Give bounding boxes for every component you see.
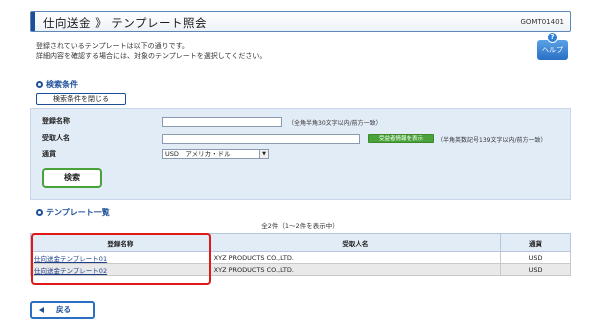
- template-name-link[interactable]: 仕向送金テンプレート01: [30, 251, 211, 264]
- question-icon: ?: [547, 32, 558, 43]
- intro-line-1: 登録されているテンプレートは以下の通りです。: [36, 42, 189, 50]
- template-table: 登録名称 受取人名 通貨 仕向送金テンプレート01 XYZ PRODUCTS C…: [30, 233, 571, 276]
- template-name-hint: （全角半角30文字以内/前方一致）: [288, 120, 382, 127]
- section-bullet-icon: [36, 81, 43, 88]
- section-bullet-icon: [36, 209, 43, 216]
- back-arrow-icon: [39, 307, 44, 313]
- search-button[interactable]: 検索: [42, 168, 102, 188]
- template-name-label: 登録名称: [42, 117, 70, 125]
- currency-label: 通貨: [42, 150, 56, 158]
- column-header-currency: 通貨: [500, 233, 571, 252]
- list-section-title: テンプレート一覧: [46, 208, 110, 217]
- back-button[interactable]: 戻る: [30, 301, 95, 319]
- column-header-template-name: 登録名称: [30, 233, 211, 252]
- template-name-input[interactable]: [162, 117, 282, 127]
- currency-cell: USD: [500, 251, 571, 264]
- recipient-name-label: 受取人名: [42, 134, 70, 142]
- close-search-conditions-button[interactable]: 検索条件を閉じる: [36, 93, 126, 105]
- chevron-down-icon: ▼: [259, 150, 268, 158]
- table-row: 仕向送金テンプレート01 XYZ PRODUCTS CO.,LTD. USD: [30, 251, 571, 264]
- currency-cell: USD: [500, 263, 571, 276]
- template-name-link[interactable]: 仕向送金テンプレート02: [30, 263, 211, 276]
- table-row: 仕向送金テンプレート02 XYZ PRODUCTS CO.,LTD. USD: [30, 263, 571, 276]
- currency-selected-value: USD アメリカ・ドル: [165, 150, 231, 158]
- column-header-recipient: 受取人名: [209, 233, 502, 252]
- help-label: ヘルプ: [542, 46, 563, 54]
- recipient-name-hint: （半角英数記号139文字以内/前方一致）: [437, 137, 547, 144]
- page-title-bar: 仕向送金 》 テンプレート照会 GOMT01401: [30, 11, 571, 32]
- show-beneficiary-button[interactable]: 受益者情報を表示: [368, 134, 434, 143]
- table-header-row: 登録名称 受取人名 通貨: [30, 233, 571, 252]
- page-title: 仕向送金 》 テンプレート照会: [43, 16, 207, 30]
- recipient-cell: XYZ PRODUCTS CO.,LTD.: [209, 263, 502, 276]
- list-section-heading: テンプレート一覧: [36, 207, 110, 218]
- screen-id: GOMT01401: [520, 18, 564, 26]
- help-button[interactable]: ? ヘルプ: [537, 32, 568, 60]
- title-accent: [31, 12, 35, 31]
- search-section-heading: 検索条件: [36, 79, 78, 90]
- currency-select[interactable]: USD アメリカ・ドル ▼: [162, 149, 269, 159]
- recipient-name-input[interactable]: [162, 134, 360, 144]
- intro-text: 登録されているテンプレートは以下の通りです。 詳細内容を確認する場合には、対象の…: [36, 41, 266, 61]
- result-count: 全2件（1～2件を表示中）: [261, 222, 339, 230]
- search-section-title: 検索条件: [46, 80, 78, 89]
- back-label: 戻る: [56, 305, 71, 314]
- intro-line-2: 詳細内容を確認する場合には、対象のテンプレートを選択してください。: [36, 52, 267, 60]
- recipient-cell: XYZ PRODUCTS CO.,LTD.: [209, 251, 502, 264]
